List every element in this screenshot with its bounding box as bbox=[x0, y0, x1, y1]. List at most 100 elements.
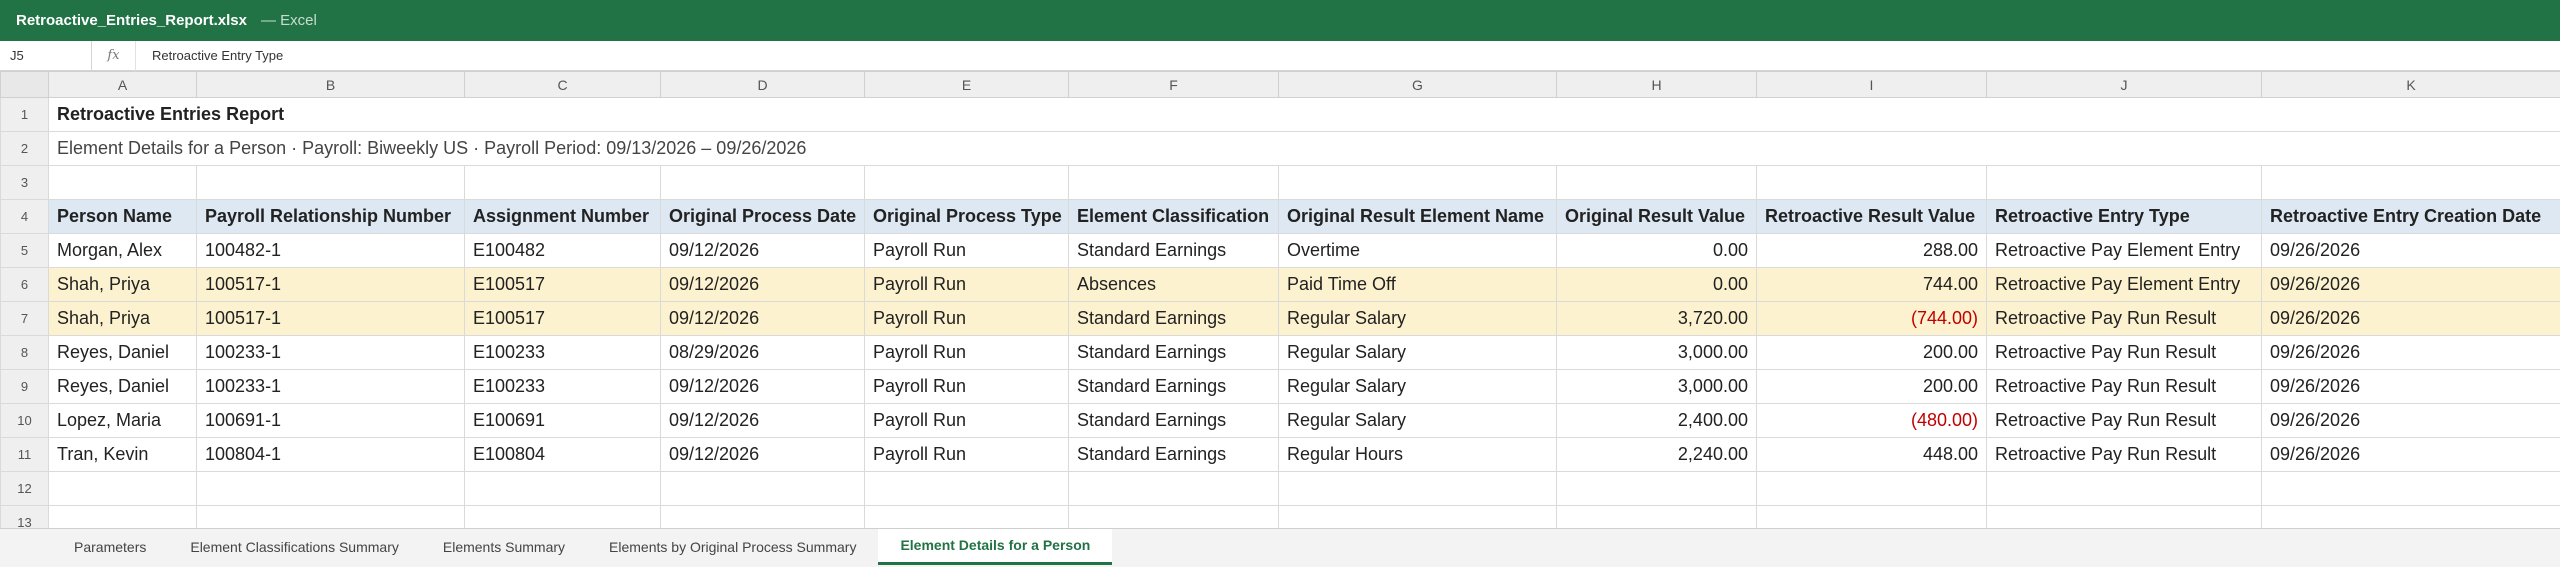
table-cell[interactable]: Retroactive Pay Run Result bbox=[1986, 403, 2262, 438]
cell[interactable] bbox=[1556, 165, 1757, 200]
table-header-cell[interactable]: Retroactive Result Value bbox=[1756, 199, 1987, 234]
fx-icon[interactable]: fx bbox=[92, 40, 136, 71]
table-cell[interactable]: Payroll Run bbox=[864, 437, 1069, 472]
select-all-corner[interactable] bbox=[0, 71, 49, 98]
cell[interactable] bbox=[864, 165, 1069, 200]
sheet-tab[interactable]: Element Classifications Summary bbox=[168, 529, 421, 565]
table-cell[interactable]: 09/12/2026 bbox=[660, 233, 865, 268]
row-header[interactable]: 2 bbox=[0, 131, 49, 166]
table-cell[interactable]: 200.00 bbox=[1756, 335, 1987, 370]
cell[interactable] bbox=[196, 165, 465, 200]
table-cell[interactable]: (480.00) bbox=[1756, 403, 1987, 438]
row-header[interactable]: 4 bbox=[0, 199, 49, 234]
table-cell[interactable]: 09/26/2026 bbox=[2261, 335, 2560, 370]
column-header[interactable]: F bbox=[1068, 71, 1279, 98]
table-header-cell[interactable]: Original Process Date bbox=[660, 199, 865, 234]
table-cell[interactable]: Regular Hours bbox=[1278, 437, 1557, 472]
table-header-cell[interactable]: Element Classification bbox=[1068, 199, 1279, 234]
table-cell[interactable]: Standard Earnings bbox=[1068, 233, 1279, 268]
table-cell[interactable]: 100517-1 bbox=[196, 267, 465, 302]
cell[interactable] bbox=[660, 505, 865, 528]
report-title-cell[interactable]: Retroactive Entries Report bbox=[48, 97, 2560, 132]
formula-input[interactable]: Retroactive Entry Type bbox=[136, 48, 283, 63]
cell[interactable] bbox=[1756, 505, 1987, 528]
table-cell[interactable]: 200.00 bbox=[1756, 369, 1987, 404]
table-header-cell[interactable]: Original Result Value bbox=[1556, 199, 1757, 234]
table-header-cell[interactable]: Original Process Type bbox=[864, 199, 1069, 234]
cell[interactable] bbox=[196, 471, 465, 506]
table-cell[interactable]: Regular Salary bbox=[1278, 403, 1557, 438]
table-cell[interactable]: 100233-1 bbox=[196, 335, 465, 370]
cell[interactable] bbox=[1986, 471, 2262, 506]
table-cell[interactable]: 100517-1 bbox=[196, 301, 465, 336]
table-cell[interactable]: 09/12/2026 bbox=[660, 267, 865, 302]
table-cell[interactable]: E100233 bbox=[464, 335, 661, 370]
cell[interactable] bbox=[864, 471, 1069, 506]
table-header-cell[interactable]: Payroll Relationship Number bbox=[196, 199, 465, 234]
table-cell[interactable]: Standard Earnings bbox=[1068, 437, 1279, 472]
column-header[interactable]: G bbox=[1278, 71, 1557, 98]
column-header[interactable]: B bbox=[196, 71, 465, 98]
table-cell[interactable]: 3,000.00 bbox=[1556, 335, 1757, 370]
table-cell[interactable]: 09/12/2026 bbox=[660, 403, 865, 438]
column-header[interactable]: K bbox=[2261, 71, 2560, 98]
table-cell[interactable]: 0.00 bbox=[1556, 233, 1757, 268]
table-cell[interactable]: Shah, Priya bbox=[48, 301, 197, 336]
cell[interactable] bbox=[1986, 505, 2262, 528]
table-cell[interactable]: Payroll Run bbox=[864, 233, 1069, 268]
table-cell[interactable]: Standard Earnings bbox=[1068, 403, 1279, 438]
table-cell[interactable]: Morgan, Alex bbox=[48, 233, 197, 268]
table-cell[interactable]: Payroll Run bbox=[864, 403, 1069, 438]
cell[interactable] bbox=[48, 165, 197, 200]
report-subtitle-cell[interactable]: Element Details for a Person · Payroll: … bbox=[48, 131, 2560, 166]
table-cell[interactable]: Payroll Run bbox=[864, 335, 1069, 370]
table-cell[interactable]: Retroactive Pay Run Result bbox=[1986, 301, 2262, 336]
cell[interactable] bbox=[1556, 471, 1757, 506]
cell[interactable] bbox=[1068, 505, 1279, 528]
column-header[interactable]: H bbox=[1556, 71, 1757, 98]
table-cell[interactable]: E100804 bbox=[464, 437, 661, 472]
table-cell[interactable]: Regular Salary bbox=[1278, 301, 1557, 336]
table-cell[interactable]: Lopez, Maria bbox=[48, 403, 197, 438]
sheet-tab[interactable]: Elements Summary bbox=[421, 529, 587, 565]
row-header[interactable]: 9 bbox=[0, 369, 49, 404]
table-cell[interactable]: 288.00 bbox=[1756, 233, 1987, 268]
table-cell[interactable]: 09/26/2026 bbox=[2261, 437, 2560, 472]
table-cell[interactable]: 448.00 bbox=[1756, 437, 1987, 472]
cell[interactable] bbox=[1756, 471, 1987, 506]
row-header[interactable]: 5 bbox=[0, 233, 49, 268]
table-cell[interactable]: 2,400.00 bbox=[1556, 403, 1757, 438]
table-cell[interactable]: 09/26/2026 bbox=[2261, 267, 2560, 302]
table-cell[interactable]: Standard Earnings bbox=[1068, 369, 1279, 404]
table-cell[interactable]: 100804-1 bbox=[196, 437, 465, 472]
table-cell[interactable]: 09/26/2026 bbox=[2261, 301, 2560, 336]
cell[interactable] bbox=[2261, 165, 2560, 200]
table-cell[interactable]: Retroactive Pay Element Entry bbox=[1986, 267, 2262, 302]
table-header-cell[interactable]: Assignment Number bbox=[464, 199, 661, 234]
table-cell[interactable]: Retroactive Pay Run Result bbox=[1986, 335, 2262, 370]
table-cell[interactable]: Payroll Run bbox=[864, 301, 1069, 336]
cell[interactable] bbox=[2261, 505, 2560, 528]
table-cell[interactable]: E100233 bbox=[464, 369, 661, 404]
row-header[interactable]: 11 bbox=[0, 437, 49, 472]
table-header-cell[interactable]: Retroactive Entry Creation Date bbox=[2261, 199, 2560, 234]
table-cell[interactable]: Payroll Run bbox=[864, 267, 1069, 302]
table-cell[interactable]: 0.00 bbox=[1556, 267, 1757, 302]
cell[interactable] bbox=[1278, 471, 1557, 506]
column-header[interactable]: D bbox=[660, 71, 865, 98]
table-cell[interactable]: Overtime bbox=[1278, 233, 1557, 268]
table-cell[interactable]: E100482 bbox=[464, 233, 661, 268]
sheet-tab[interactable]: Parameters bbox=[52, 529, 168, 565]
table-cell[interactable]: Tran, Kevin bbox=[48, 437, 197, 472]
table-cell[interactable]: Absences bbox=[1068, 267, 1279, 302]
row-header[interactable]: 1 bbox=[0, 97, 49, 132]
cell[interactable] bbox=[1068, 165, 1279, 200]
row-header[interactable]: 13 bbox=[0, 505, 49, 528]
table-header-cell[interactable]: Retroactive Entry Type bbox=[1986, 199, 2262, 234]
column-header[interactable]: C bbox=[464, 71, 661, 98]
table-cell[interactable]: E100517 bbox=[464, 267, 661, 302]
table-cell[interactable]: Retroactive Pay Element Entry bbox=[1986, 233, 2262, 268]
table-cell[interactable]: 2,240.00 bbox=[1556, 437, 1757, 472]
table-cell[interactable]: 09/12/2026 bbox=[660, 301, 865, 336]
cell[interactable] bbox=[1756, 165, 1987, 200]
